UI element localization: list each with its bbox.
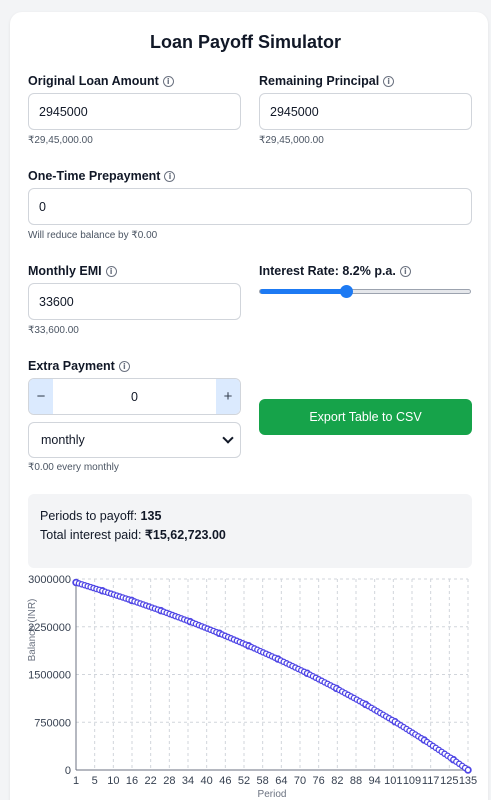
periods-value: 135: [140, 509, 162, 523]
prepayment-label-text: One-Time Prepayment: [28, 169, 161, 183]
y-axis-label: Balance (INR): [27, 599, 38, 662]
decrement-button[interactable]: −: [29, 379, 53, 414]
interest-rate-label-text: Interest Rate: 8.2% p.a.: [259, 264, 396, 278]
x-tick-label: 1: [73, 775, 79, 787]
info-circle-icon[interactable]: i: [383, 75, 395, 87]
info-circle-icon[interactable]: i: [105, 265, 117, 277]
interest-rate-label: Interest Rate: 8.2% p.a. i: [259, 264, 411, 278]
balance-chart: 30000002250000150000075000001 5 10 16 22 28 34…: [27, 574, 477, 800]
x-tick-label: 52: [238, 775, 250, 787]
interest-rate-slider[interactable]: [259, 285, 471, 298]
info-circle-icon[interactable]: i: [162, 75, 174, 87]
x-tick-label: 5: [92, 775, 98, 787]
chart-series: [72, 578, 472, 774]
original-loan-label-text: Original Loan Amount: [28, 74, 159, 88]
page-title: Loan Payoff Simulator: [149, 32, 342, 52]
emi-hint: ₹33,600.00: [28, 325, 79, 336]
chevron-down-icon: [222, 432, 234, 444]
x-tick-label: 16: [126, 775, 138, 787]
info-circle-icon[interactable]: i: [399, 265, 411, 277]
remaining-principal-label: Remaining Principal i: [259, 74, 395, 88]
y-tick-label: 3000000: [28, 574, 71, 586]
y-tick-label: 1500000: [28, 670, 71, 682]
x-tick-label: 125: [440, 775, 458, 787]
original-loan-input[interactable]: 2945000: [28, 93, 241, 130]
remaining-principal-label-text: Remaining Principal: [259, 74, 380, 88]
extra-payment-stepper: − 0 +: [28, 378, 241, 415]
y-tick-label: 750000: [34, 717, 71, 729]
x-tick-label: 28: [163, 775, 175, 787]
x-tick-label: 34: [182, 775, 194, 787]
balance-line: [75, 581, 469, 771]
x-tick-label: 40: [201, 775, 213, 787]
extra-payment-hint: ₹0.00 every monthly: [28, 462, 119, 473]
extra-payment-label: Extra Payment i: [28, 359, 130, 373]
interest-label: Total interest paid:: [40, 528, 142, 542]
x-tick-label: 46: [219, 775, 231, 787]
x-tick-label: 82: [331, 775, 343, 787]
extra-payment-input[interactable]: 0: [53, 379, 216, 414]
x-tick-label: 88: [350, 775, 362, 787]
emi-label: Monthly EMI i: [28, 264, 117, 278]
periods-label: Periods to payoff:: [40, 509, 138, 523]
interest-value: ₹15,62,723.00: [144, 528, 226, 542]
x-tick-label: 135: [459, 775, 477, 787]
info-circle-icon[interactable]: i: [118, 360, 130, 372]
frequency-select[interactable]: monthly: [28, 422, 241, 458]
chart-ticks: 30000002250000150000075000001 5 10 16 22 28 34…: [28, 574, 477, 787]
increment-button[interactable]: +: [216, 379, 240, 414]
frequency-select-value: monthly: [41, 433, 85, 447]
y-tick-label: 0: [65, 765, 71, 777]
emi-input[interactable]: 33600: [28, 283, 241, 320]
period-marker: [464, 766, 472, 774]
x-tick-label: 58: [257, 775, 269, 787]
x-tick-label: 10: [107, 775, 119, 787]
emi-label-text: Monthly EMI: [28, 264, 102, 278]
original-loan-hint: ₹29,45,000.00: [28, 135, 93, 146]
extra-payment-label-text: Extra Payment: [28, 359, 115, 373]
original-loan-label: Original Loan Amount i: [28, 74, 174, 88]
x-tick-label: 94: [369, 775, 381, 787]
periods-to-payoff: Periods to payoff: 135: [40, 509, 161, 523]
x-tick-label: 64: [275, 775, 287, 787]
x-axis-label: Period: [258, 789, 287, 800]
remaining-principal-input[interactable]: 2945000: [259, 93, 472, 130]
summary-box: Periods to payoff: 135 Total interest pa…: [28, 494, 472, 568]
remaining-principal-hint: ₹29,45,000.00: [259, 135, 324, 146]
chart-axes: [75, 579, 468, 771]
x-tick-label: 22: [145, 775, 157, 787]
x-tick-label: 117: [422, 775, 440, 787]
prepayment-label: One-Time Prepayment i: [28, 169, 176, 183]
info-circle-icon[interactable]: i: [164, 170, 176, 182]
x-tick-label: 109: [403, 775, 421, 787]
slider-fill: [260, 289, 347, 294]
total-interest: Total interest paid: ₹15,62,723.00: [40, 527, 226, 542]
slider-thumb[interactable]: [340, 285, 354, 298]
prepayment-input[interactable]: 0: [28, 188, 472, 225]
chart-grid: [75, 578, 469, 771]
export-csv-button[interactable]: Export Table to CSV: [259, 399, 472, 435]
x-tick-label: 70: [294, 775, 306, 787]
x-tick-label: 101: [384, 775, 402, 787]
prepayment-hint: Will reduce balance by ₹0.00: [28, 230, 158, 241]
x-tick-label: 76: [313, 775, 325, 787]
